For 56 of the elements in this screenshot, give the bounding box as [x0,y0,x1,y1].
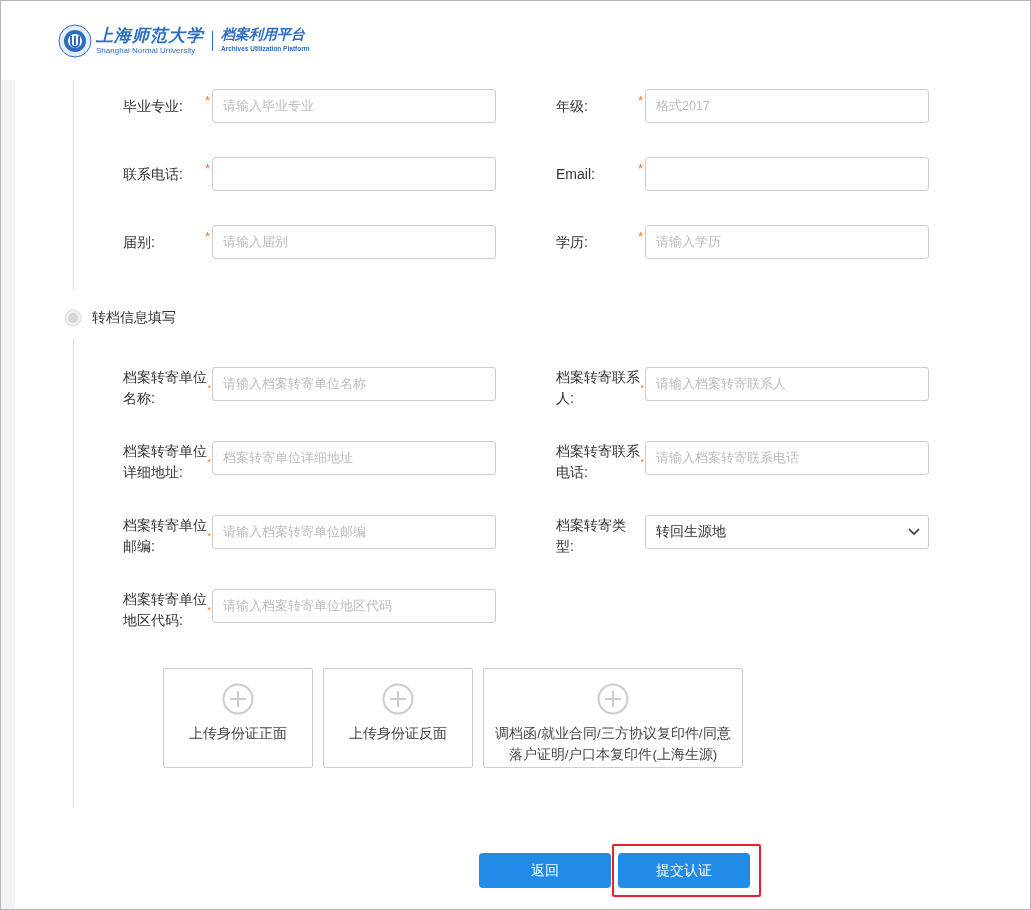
chevron-down-icon [908,528,920,536]
required-mark: * [640,382,645,395]
plus-icon [222,683,254,715]
required-mark: * [205,92,212,108]
input-field[interactable]: 请输入档案转寄联系电话 [645,441,929,475]
field-label: 档案转寄单位邮编: [123,516,208,556]
field-label: 年级: [556,97,589,116]
input-field[interactable] [645,157,929,191]
required-mark: * [640,456,645,469]
input-field[interactable]: 请输入档案转寄单位名称 [212,367,496,401]
field-label: 档案转寄类型: [556,516,627,556]
plus-icon [597,683,629,715]
field-label: 届别: [123,233,156,252]
plus-icon [382,683,414,715]
field-label: 档案转寄单位详细地址: [123,442,208,482]
required-mark: * [638,228,645,244]
upload-tile[interactable]: 上传身份证反面 [323,668,473,768]
required-mark: * [207,456,212,469]
input-field[interactable]: 请输入学历 [645,225,929,259]
input-field[interactable]: 请输入毕业专业 [212,89,496,123]
select-field[interactable]: 转回生源地 [645,515,929,549]
field-label: Email: [556,165,596,184]
field-label: 档案转寄联系人: [556,368,641,408]
university-name-english: Shanghai Normal University [96,46,197,55]
required-mark: * [638,160,645,176]
input-field[interactable]: 格式2017 [645,89,929,123]
emblem-icon [58,23,92,58]
section-title: 转档信息填写 [92,309,176,327]
required-mark: * [207,604,212,617]
field-label: 档案转寄单位地区代码: [123,590,208,630]
upload-label: 上传身份证反面 [348,725,448,743]
field-label: 档案转寄联系电话: [556,442,641,482]
required-mark: * [207,382,212,395]
required-mark: * [207,530,212,543]
input-field[interactable]: 请输入届别 [212,225,496,259]
input-field[interactable]: 档案转寄单位详细地址 [212,441,496,475]
upload-label: 调档函/就业合同/三方协议复印件/同意落户证明/户口本复印件(上海生源) [494,725,732,764]
required-mark: * [205,228,212,244]
input-field[interactable]: 请输入档案转寄联系人 [645,367,929,401]
submit-button[interactable]: 提交认证 [618,853,750,888]
input-field[interactable]: 请输入档案转寄单位地区代码 [212,589,496,623]
input-field[interactable]: 请输入档案转寄单位邮编 [212,515,496,549]
field-label: 学历: [556,233,589,252]
upload-tile[interactable]: 上传身份证正面 [163,668,313,768]
required-mark: * [638,92,645,108]
input-field[interactable] [212,157,496,191]
required-mark: * [205,160,212,176]
university-name: 上海师范大学 [96,26,204,44]
field-label: 档案转寄单位名称: [123,368,208,408]
back-button[interactable]: 返回 [479,853,611,888]
field-label: 联系电话: [123,165,184,184]
upload-tile[interactable]: 调档函/就业合同/三方协议复印件/同意落户证明/户口本复印件(上海生源) [483,668,743,768]
upload-label: 上传身份证正面 [188,725,288,743]
field-label: 毕业专业: [123,97,184,116]
platform-name: 档案利用平台 [221,28,306,43]
step-dot [64,309,82,327]
